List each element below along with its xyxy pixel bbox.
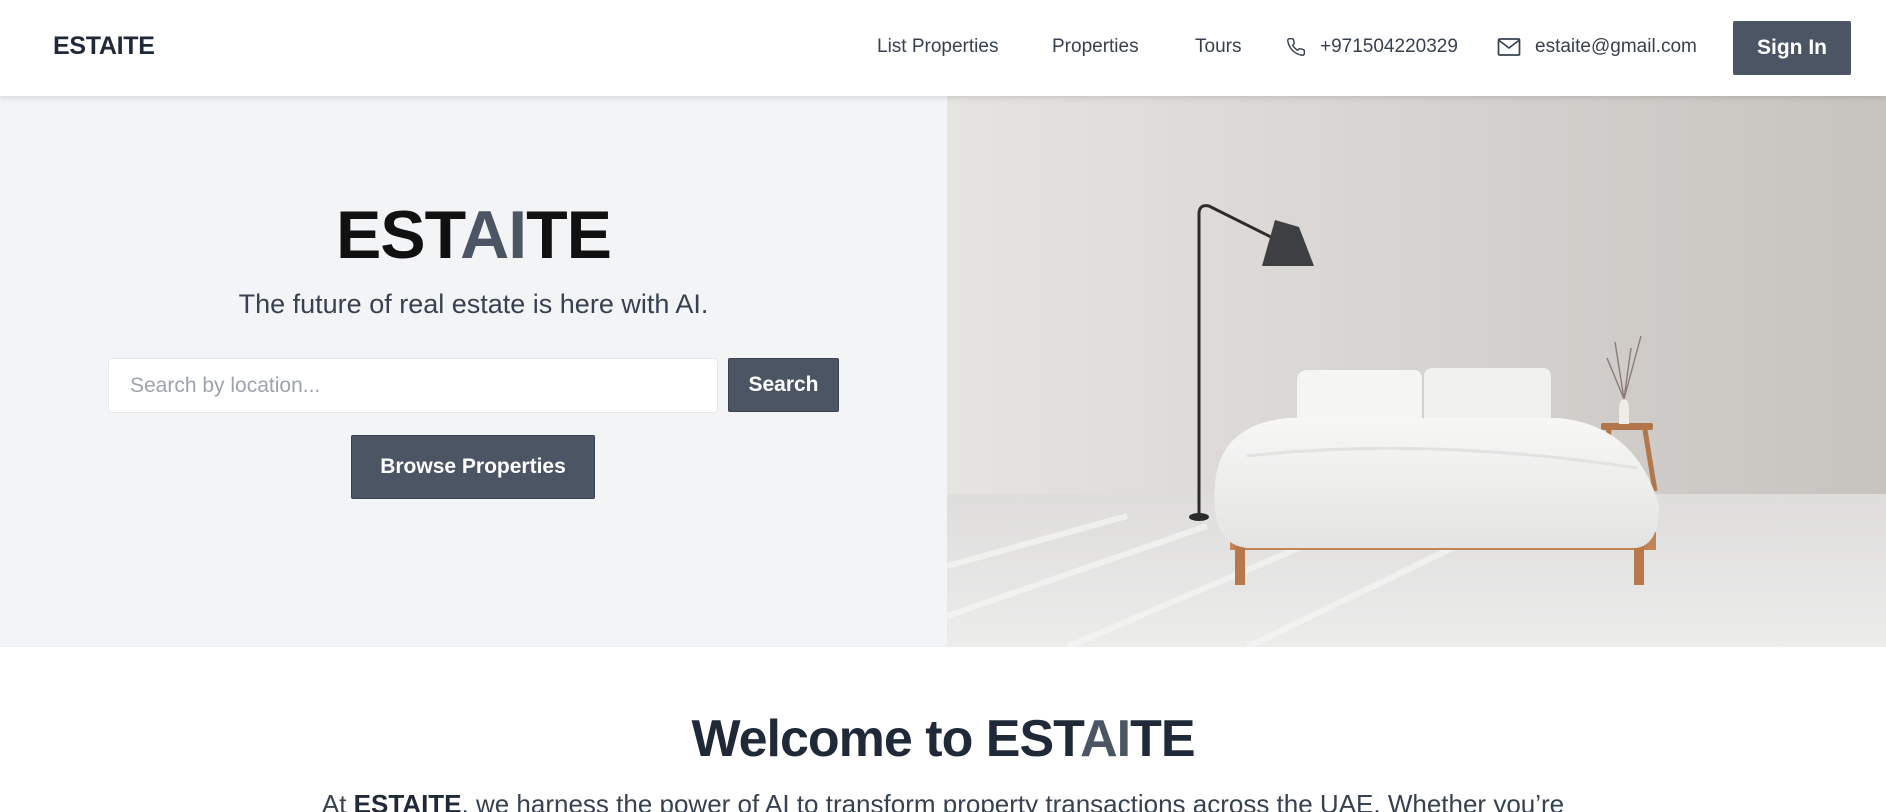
welcome-title: Welcome to ESTAITE bbox=[0, 709, 1886, 769]
search-button[interactable]: Search bbox=[728, 358, 839, 412]
phone-icon bbox=[1287, 37, 1306, 56]
hero-title: ESTAITE bbox=[0, 196, 947, 274]
email-link[interactable]: estaite@gmail.com bbox=[1497, 36, 1697, 58]
welcome-description: At ESTAITE, we harness the power of AI t… bbox=[0, 789, 1886, 812]
bedroom-hero-image bbox=[947, 96, 1886, 647]
bedroom-illustration bbox=[947, 96, 1886, 647]
mail-icon bbox=[1497, 38, 1521, 56]
welcome-text-rest: , we harness the power of AI to transfor… bbox=[461, 789, 1565, 812]
welcome-text-prefix: At bbox=[321, 789, 354, 812]
browse-properties-button[interactable]: Browse Properties bbox=[351, 435, 595, 499]
nav-list-properties[interactable]: List Properties bbox=[877, 36, 998, 58]
welcome-text-brand: ESTAITE bbox=[353, 789, 462, 812]
hero-title-suffix: TE bbox=[526, 197, 612, 273]
welcome-title-highlight: AI bbox=[1080, 710, 1131, 768]
email-address: estaite@gmail.com bbox=[1535, 36, 1697, 57]
welcome-title-prefix: Welcome to EST bbox=[691, 710, 1081, 768]
location-search-input[interactable] bbox=[108, 358, 718, 413]
welcome-title-suffix: TE bbox=[1130, 710, 1195, 768]
hero-title-highlight: AI bbox=[460, 197, 527, 273]
site-header: ESTAITE List Properties Properties Tours… bbox=[0, 0, 1886, 96]
brand-logo[interactable]: ESTAITE bbox=[53, 32, 155, 61]
phone-number: +971504220329 bbox=[1320, 36, 1458, 57]
sign-in-button[interactable]: Sign In bbox=[1733, 21, 1851, 75]
phone-link[interactable]: +971504220329 bbox=[1286, 36, 1458, 58]
hero-title-prefix: EST bbox=[335, 197, 461, 273]
nav-tours[interactable]: Tours bbox=[1195, 36, 1241, 58]
nav-properties[interactable]: Properties bbox=[1052, 36, 1139, 58]
hero-subtitle: The future of real estate is here with A… bbox=[238, 289, 709, 319]
